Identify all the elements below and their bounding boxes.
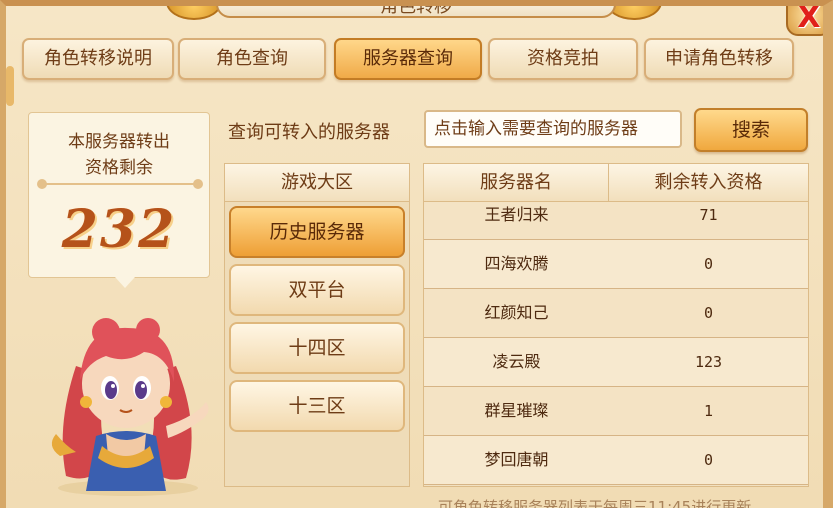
- quota-count: 232: [61, 199, 177, 260]
- close-icon: X: [797, 0, 821, 35]
- server-quota-cell: 0: [703, 451, 714, 469]
- frame-ornament-left: [6, 66, 14, 106]
- region-item-zone-14[interactable]: 十四区: [229, 322, 405, 374]
- table-row[interactable]: 红颜知己 0: [424, 289, 808, 338]
- tab-transfer-info[interactable]: 角色转移说明: [22, 38, 174, 80]
- quota-label-line2: 资格剩余: [85, 158, 153, 178]
- table-row[interactable]: 群星璀璨 1: [424, 387, 808, 436]
- server-name-cell: 四海欢腾: [484, 254, 549, 273]
- server-name-cell: 凌云殿: [492, 352, 541, 371]
- region-header: 游戏大区: [225, 164, 409, 202]
- server-table-body[interactable]: 王者归来 71 四海欢腾 0 红颜知己 0 凌云殿 123 群星璀璨 1 梦回唐…: [424, 191, 808, 485]
- region-item-dual-platform[interactable]: 双平台: [229, 264, 405, 316]
- title-ornament-left: [166, 6, 222, 20]
- server-quota-cell: 1: [703, 402, 714, 420]
- region-item-history[interactable]: 历史服务器: [229, 206, 405, 258]
- tab-role-query[interactable]: 角色查询: [178, 38, 326, 80]
- window-title-banner: 角色转移: [216, 0, 616, 18]
- table-row[interactable]: 梦回唐朝 0: [424, 436, 808, 485]
- region-panel: 游戏大区 历史服务器 双平台 十四区 十三区: [224, 163, 410, 487]
- server-search-input[interactable]: [424, 110, 682, 148]
- server-table: 王者归来 71 四海欢腾 0 红颜知己 0 凌云殿 123 群星璀璨 1 梦回唐…: [423, 163, 809, 487]
- close-button[interactable]: X: [786, 0, 823, 36]
- tab-apply-transfer[interactable]: 申请角色转移: [644, 38, 794, 80]
- quota-label-line1: 本服务器转出: [68, 132, 170, 152]
- table-row[interactable]: 四海欢腾 0: [424, 240, 808, 289]
- window-title: 角色转移: [380, 0, 452, 17]
- server-name-cell: 群星璀璨: [484, 401, 549, 420]
- server-table-header: 服务器名 剩余转入资格: [424, 164, 808, 202]
- search-button[interactable]: 搜索: [694, 108, 808, 152]
- tab-server-query[interactable]: 服务器查询: [334, 38, 482, 80]
- transfer-quota-card: 本服务器转出 资格剩余 232: [28, 112, 210, 288]
- character-illustration: [51, 318, 209, 496]
- server-name-cell: 梦回唐朝: [484, 450, 549, 469]
- quota-divider: [37, 179, 203, 191]
- table-row[interactable]: 凌云殿 123: [424, 338, 808, 387]
- server-name-cell: 红颜知己: [484, 303, 549, 322]
- server-quota-cell: 0: [703, 304, 714, 322]
- tab-qualification-auction[interactable]: 资格竞拍: [488, 38, 638, 80]
- server-quota-cell: 0: [703, 255, 714, 273]
- server-quota-cell: 123: [694, 353, 723, 371]
- query-label: 查询可转入的服务器: [228, 122, 390, 143]
- column-header-remaining-quota: 剩余转入资格: [654, 172, 763, 193]
- update-schedule-note: 可角色转移服务器列表于每周三11:45进行更新: [438, 498, 752, 508]
- column-header-server-name: 服务器名: [424, 164, 609, 201]
- role-transfer-window: 角色转移 X 角色转移说明 角色查询 服务器查询 资格竞拍 申请角色转移 本服务…: [0, 0, 833, 508]
- region-item-zone-13[interactable]: 十三区: [229, 380, 405, 432]
